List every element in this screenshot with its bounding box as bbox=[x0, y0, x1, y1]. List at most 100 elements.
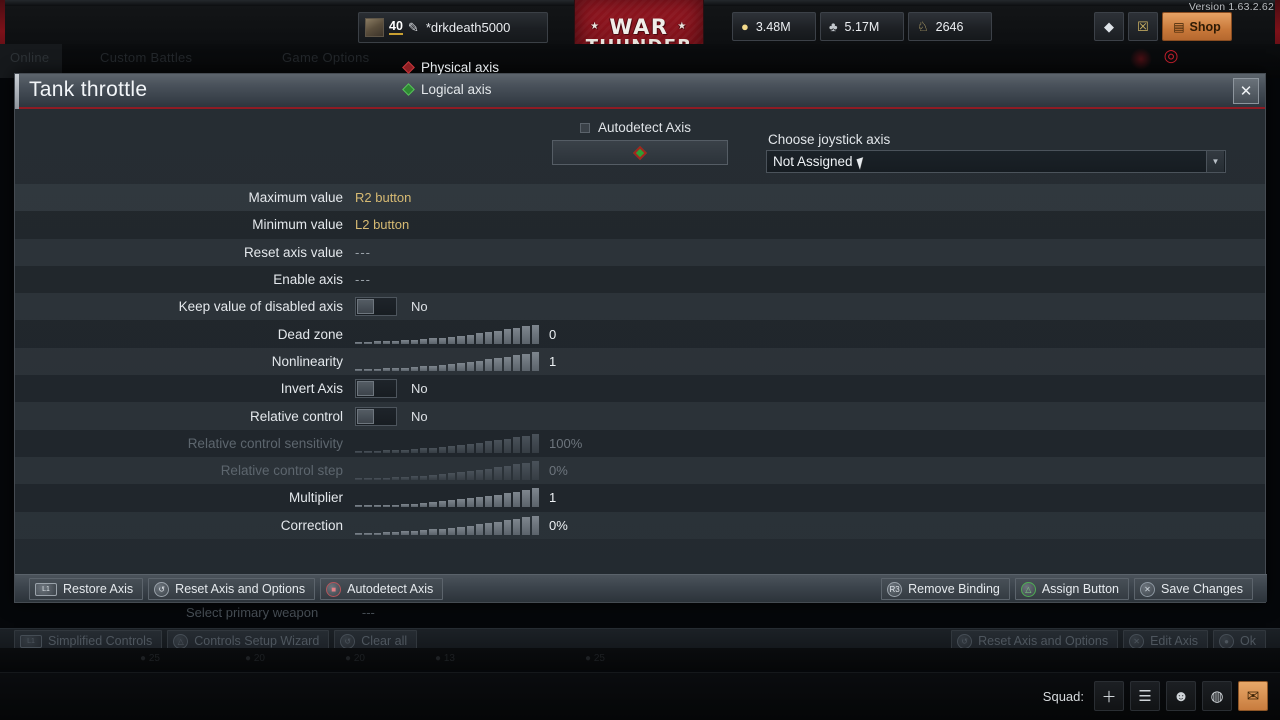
slider-bar bbox=[438, 337, 446, 344]
autodetect-axis-button[interactable]: ■ Autodetect Axis bbox=[320, 578, 444, 600]
logical-axis-radio[interactable]: Logical axis bbox=[402, 82, 492, 97]
slider-bar bbox=[494, 521, 502, 535]
toggle-keep-value-of-disabled-axis[interactable] bbox=[355, 297, 397, 317]
slider-dead-zone[interactable] bbox=[355, 324, 539, 344]
slider-bar bbox=[485, 468, 493, 481]
slider-bar bbox=[392, 504, 400, 508]
row-value-multiplier[interactable]: 1 bbox=[355, 488, 1265, 508]
choose-joystick-axis-select[interactable]: Not Assigned ▼ bbox=[766, 150, 1226, 173]
slider-relative-control-step[interactable] bbox=[355, 461, 539, 481]
chevron-down-icon[interactable]: ▼ bbox=[1206, 151, 1224, 172]
autodetect-checkbox[interactable] bbox=[580, 122, 590, 133]
slider-multiplier[interactable] bbox=[355, 488, 539, 508]
slider-bar bbox=[420, 448, 428, 453]
row-value-reset-axis-value[interactable]: --- bbox=[355, 245, 1265, 260]
row-relative-control-step[interactable]: Relative control step 0% bbox=[15, 457, 1265, 484]
slider-bar bbox=[364, 450, 372, 453]
row-minimum-value[interactable]: Minimum value L2 button bbox=[15, 211, 1265, 239]
save-changes-button[interactable]: ✕ Save Changes bbox=[1133, 578, 1253, 600]
remove-binding-label: Remove Binding bbox=[908, 582, 1000, 596]
close-icon[interactable]: ✕ bbox=[1233, 78, 1259, 104]
currency-research-points[interactable]: ♘ 2646 bbox=[908, 12, 992, 41]
row-keep-value-of-disabled-axis[interactable]: Keep value of disabled axis No bbox=[15, 293, 1265, 320]
player-plate[interactable]: 40 ✎ *drkdeath5000 bbox=[358, 12, 548, 43]
row-label-minimum-value: Minimum value bbox=[252, 217, 343, 233]
restore-axis-label: Restore Axis bbox=[63, 582, 134, 596]
currency-golden-eagles[interactable]: ● 3.48M bbox=[732, 12, 816, 41]
row-reset-axis-value[interactable]: Reset axis value --- bbox=[15, 239, 1265, 266]
row-value-enable-axis[interactable]: --- bbox=[355, 272, 1265, 287]
autodetect-axis-label: Autodetect Axis bbox=[347, 582, 434, 596]
slider-bar bbox=[401, 367, 409, 371]
toggle-relative-control[interactable] bbox=[355, 406, 397, 426]
row-label-enable-axis: Enable axis bbox=[273, 272, 343, 288]
squad-add-button[interactable]: ＋ bbox=[1094, 681, 1124, 711]
physical-axis-radio[interactable]: Physical axis bbox=[402, 60, 499, 75]
slider-bar bbox=[457, 335, 465, 344]
slider-bar bbox=[438, 364, 446, 371]
row-value-invert-axis[interactable]: No bbox=[355, 379, 1265, 399]
toggle-invert-axis[interactable] bbox=[355, 379, 397, 399]
slider-relative-control-sensitivity[interactable] bbox=[355, 433, 539, 453]
dialog-body: Maximum value R2 button Minimum value L2 bu… bbox=[15, 109, 1267, 602]
slider-bar bbox=[401, 531, 409, 535]
slider-bar bbox=[531, 488, 539, 508]
restore-axis-button[interactable]: L1 Restore Axis bbox=[29, 578, 144, 600]
row-value-correction[interactable]: 0% bbox=[355, 515, 1265, 535]
slider-bar bbox=[466, 361, 474, 371]
nav-tab-custom-battles[interactable]: Custom Battles bbox=[100, 50, 192, 65]
slider-bar bbox=[522, 435, 530, 453]
diamond-button[interactable]: ◆ bbox=[1094, 12, 1124, 41]
squad-mail-button[interactable]: ✉ bbox=[1238, 681, 1268, 711]
people-icon: ☻ bbox=[1173, 687, 1189, 705]
slider-bar bbox=[494, 330, 502, 344]
slider-bar bbox=[392, 449, 400, 453]
logical-axis-diamond-icon bbox=[402, 83, 415, 96]
shop-button[interactable]: ▤ Shop bbox=[1162, 12, 1232, 41]
crate-button[interactable]: ☒ bbox=[1128, 12, 1158, 41]
row-relative-control[interactable]: Relative control No bbox=[15, 402, 1265, 429]
slider-value-nonlinearity: 1 bbox=[549, 353, 557, 369]
row-nonlinearity[interactable]: Nonlinearity 1 bbox=[15, 348, 1265, 375]
autodetect-axis-checkbox-row[interactable]: Autodetect Axis bbox=[580, 120, 691, 135]
row-relative-control-sensitivity[interactable]: Relative control sensitivity 100% bbox=[15, 429, 1265, 457]
row-dead-zone[interactable]: Dead zone 0 bbox=[15, 320, 1265, 348]
slider-bar bbox=[513, 464, 521, 481]
row-value-relative-control-sensitivity[interactable]: 100% bbox=[355, 433, 1265, 453]
row-value-nonlinearity[interactable]: 1 bbox=[355, 351, 1265, 371]
row-enable-axis[interactable]: Enable axis --- bbox=[15, 265, 1265, 294]
reset-axis-and-options-button[interactable]: ↺ Reset Axis and Options bbox=[148, 578, 316, 600]
row-value-dead-zone[interactable]: 0 bbox=[355, 324, 1265, 344]
slider-bar bbox=[410, 367, 419, 371]
slider-bar bbox=[355, 505, 363, 508]
squad-chat-button[interactable]: ◍ bbox=[1202, 681, 1232, 711]
row-multiplier[interactable]: Multiplier 1 bbox=[15, 484, 1265, 512]
row-value-minimum-value[interactable]: L2 button bbox=[355, 217, 1265, 232]
game-screen: Version 1.63.2.62 40 ✎ *drkdeath5000 ★ W… bbox=[0, 0, 1280, 720]
currency-silver-lions[interactable]: ♣ 5.17M bbox=[820, 12, 904, 41]
nav-emblem-icon[interactable]: ◎ bbox=[1160, 44, 1182, 68]
row-maximum-value[interactable]: Maximum value R2 button bbox=[15, 184, 1265, 212]
nav-tab-game-options[interactable]: Game Options bbox=[282, 50, 369, 65]
nav-tab-online[interactable]: Online bbox=[10, 50, 49, 65]
slider-bar bbox=[447, 527, 456, 535]
slider-bar bbox=[392, 340, 400, 344]
squad-friends-button[interactable]: ☻ bbox=[1166, 681, 1196, 711]
slider-nonlinearity[interactable] bbox=[355, 351, 539, 371]
row-value-relative-control-step[interactable]: 0% bbox=[355, 461, 1265, 481]
slider-bar bbox=[531, 461, 539, 481]
controls-setup-wizard-label: Controls Setup Wizard bbox=[194, 634, 320, 648]
background-battle-cell: ● 13 bbox=[435, 653, 455, 664]
row-correction[interactable]: Correction 0% bbox=[15, 512, 1265, 539]
slider-correction[interactable] bbox=[355, 515, 539, 535]
slider-bar bbox=[503, 520, 512, 535]
row-value-relative-control[interactable]: No bbox=[355, 406, 1265, 426]
row-invert-axis[interactable]: Invert Axis No bbox=[15, 375, 1265, 403]
squad-list-button[interactable]: ☰ bbox=[1130, 681, 1160, 711]
row-value-maximum-value[interactable]: R2 button bbox=[355, 190, 1265, 205]
assign-button-button[interactable]: △ Assign Button bbox=[1014, 578, 1129, 600]
remove-binding-button[interactable]: R3 Remove Binding bbox=[881, 578, 1010, 600]
slider-bar bbox=[494, 494, 502, 508]
row-value-keep-value-of-disabled-axis[interactable]: No bbox=[355, 297, 1265, 317]
slider-bar bbox=[438, 501, 446, 508]
